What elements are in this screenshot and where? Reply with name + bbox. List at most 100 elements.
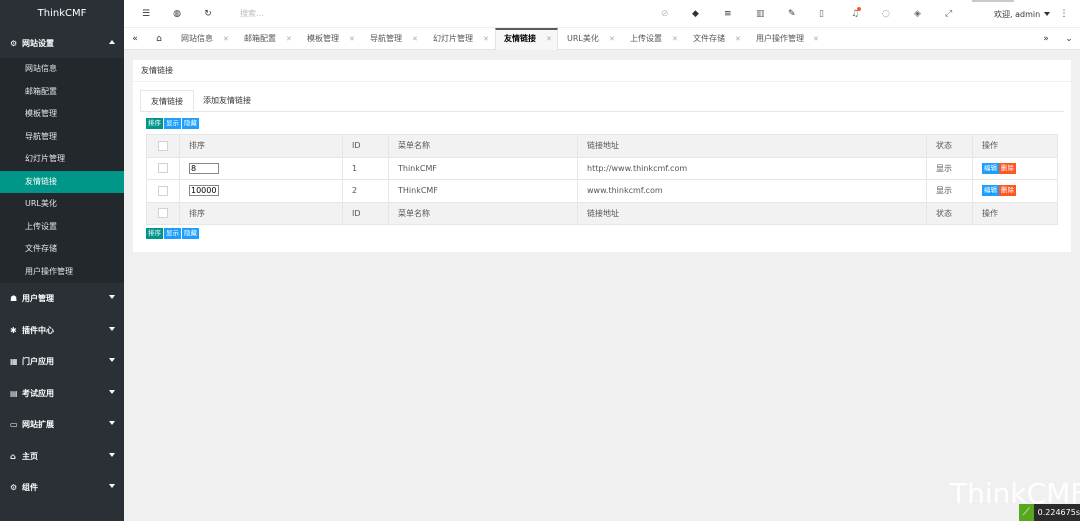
menu-toggle-icon[interactable]: ☰ bbox=[141, 9, 151, 19]
list-icon[interactable]: ≡ bbox=[724, 9, 732, 19]
file-icon[interactable]: ▯ bbox=[819, 9, 824, 19]
menu-plugin[interactable]: ✱ 插件中心 bbox=[0, 315, 124, 347]
tab-storage[interactable]: 文件存储 ✕ bbox=[693, 28, 741, 50]
menu-user-manage[interactable]: ☗ 用户管理 bbox=[0, 283, 124, 315]
actions-cell: 编辑 删除 bbox=[972, 156, 1058, 180]
show-button[interactable]: 显示 bbox=[164, 118, 181, 129]
tab-label: 上传设置 bbox=[630, 34, 662, 43]
delete-button[interactable]: 删除 bbox=[999, 185, 1016, 197]
active-indicator bbox=[972, 0, 1014, 2]
name-cell: THinkCMF bbox=[388, 179, 578, 203]
tag-icon[interactable]: ◈ bbox=[914, 9, 921, 19]
sidebar-item-template[interactable]: 模板管理 bbox=[0, 103, 124, 126]
close-icon[interactable]: ✕ bbox=[483, 28, 489, 50]
search-input[interactable]: 搜索... bbox=[240, 8, 264, 19]
lock-icon[interactable]: ⊘ bbox=[661, 9, 669, 19]
sort-button[interactable]: 排序 bbox=[146, 118, 163, 129]
row-select-cell bbox=[146, 156, 180, 180]
row-checkbox[interactable] bbox=[158, 163, 168, 174]
refresh-icon[interactable]: ↻ bbox=[203, 9, 213, 19]
tab-links[interactable]: 友情链接 ✕ bbox=[504, 28, 552, 50]
header-status: 状态 bbox=[926, 134, 973, 158]
more-icon[interactable]: ⋮ bbox=[1059, 9, 1069, 19]
name-cell: ThinkCMF bbox=[388, 156, 578, 180]
chevron-down-icon[interactable]: ⌄ bbox=[1064, 34, 1074, 44]
home-icon[interactable]: ⌂ bbox=[154, 34, 164, 44]
close-icon[interactable]: ✕ bbox=[672, 28, 678, 50]
close-icon[interactable]: ✕ bbox=[223, 28, 229, 50]
show-button[interactable]: 显示 bbox=[164, 228, 181, 239]
table-header-row: 排序 ID 菜单名称 链接地址 状态 操作 bbox=[146, 134, 1058, 158]
edit-button[interactable]: 编辑 bbox=[982, 185, 999, 197]
sidebar-item-storage[interactable]: 文件存储 bbox=[0, 238, 124, 261]
plugin-icon: ✱ bbox=[10, 325, 17, 335]
order-input[interactable]: 10000 bbox=[189, 185, 219, 197]
caret-down-icon bbox=[109, 389, 115, 394]
tab-label: 导航管理 bbox=[370, 34, 402, 43]
menu-website-settings[interactable]: ⚙ 网站设置 bbox=[0, 28, 124, 58]
tab-slide[interactable]: 幻灯片管理 ✕ bbox=[433, 28, 489, 50]
fullscreen-icon[interactable]: ⤢ bbox=[945, 9, 952, 19]
header-url: 链接地址 bbox=[577, 134, 927, 158]
tab-site-info[interactable]: 网站信息 ✕ bbox=[181, 28, 229, 50]
close-icon[interactable]: ✕ bbox=[286, 28, 292, 50]
tab-label: 文件存储 bbox=[693, 34, 725, 43]
layers-icon[interactable]: ◆ bbox=[692, 9, 699, 19]
close-icon[interactable]: ✕ bbox=[546, 28, 552, 50]
menu-components[interactable]: ⚙ 组件 bbox=[0, 472, 124, 504]
caret-down-icon bbox=[109, 484, 115, 488]
close-icon[interactable]: ✕ bbox=[813, 28, 819, 50]
close-icon[interactable]: ✕ bbox=[609, 28, 615, 50]
row-checkbox[interactable] bbox=[158, 185, 168, 196]
sidebar-item-links[interactable]: 友情链接 bbox=[0, 170, 124, 193]
tab-add-link[interactable]: 添加友情链接 bbox=[203, 90, 251, 112]
close-icon[interactable]: ✕ bbox=[735, 28, 741, 50]
debug-timer[interactable]: ⟋ 0.224675s bbox=[1019, 504, 1080, 521]
chat-icon[interactable]: ◌ bbox=[882, 9, 890, 19]
globe-icon[interactable]: ◍ bbox=[172, 9, 182, 19]
header-name: 菜单名称 bbox=[388, 134, 578, 158]
tab-label: URL美化 bbox=[567, 34, 599, 43]
sidebar-item-user-action[interactable]: 用户操作管理 bbox=[0, 261, 124, 284]
close-icon[interactable]: ✕ bbox=[349, 28, 355, 50]
edit-button[interactable]: 编辑 bbox=[982, 162, 999, 174]
sidebar-item-slide[interactable]: 幻灯片管理 bbox=[0, 148, 124, 171]
tab-template[interactable]: 模板管理 ✕ bbox=[307, 28, 355, 50]
app-logo[interactable]: ThinkCMF bbox=[0, 0, 124, 28]
menu-portal[interactable]: ▦ 门户应用 bbox=[0, 346, 124, 378]
select-all-checkbox[interactable] bbox=[158, 140, 168, 151]
hide-button[interactable]: 隐藏 bbox=[182, 118, 199, 129]
tab-link-list[interactable]: 友情链接 bbox=[140, 90, 194, 112]
menu-home[interactable]: ⌂ 主页 bbox=[0, 441, 124, 473]
menu-label: 用户管理 bbox=[22, 294, 54, 304]
sidebar-item-site-info[interactable]: 网站信息 bbox=[0, 58, 124, 81]
menu-extend[interactable]: ▭ 网站扩展 bbox=[0, 409, 124, 441]
chevron-double-right-icon[interactable]: » bbox=[1041, 34, 1051, 44]
select-all-checkbox[interactable] bbox=[158, 208, 168, 219]
menu-exam[interactable]: ▤ 考试应用 bbox=[0, 378, 124, 410]
sort-button[interactable]: 排序 bbox=[146, 228, 163, 239]
chevron-double-left-icon[interactable]: « bbox=[130, 34, 140, 44]
order-input[interactable]: 8 bbox=[189, 162, 219, 174]
bell-icon[interactable]: ♫ bbox=[851, 7, 861, 19]
tab-user-action[interactable]: 用户操作管理 ✕ bbox=[756, 28, 819, 50]
status-cell: 显示 bbox=[926, 179, 973, 203]
sidebar-item-upload[interactable]: 上传设置 bbox=[0, 216, 124, 239]
header-order: 排序 bbox=[179, 134, 343, 158]
sidebar-item-nav[interactable]: 导航管理 bbox=[0, 126, 124, 149]
hide-button[interactable]: 隐藏 bbox=[182, 228, 199, 239]
sidebar-item-mail[interactable]: 邮箱配置 bbox=[0, 81, 124, 104]
close-icon[interactable]: ✕ bbox=[412, 28, 418, 50]
tab-url[interactable]: URL美化 ✕ bbox=[567, 28, 615, 50]
caret-down-icon bbox=[109, 326, 115, 331]
edit-icon[interactable]: ✎ bbox=[788, 9, 796, 19]
delete-button[interactable]: 删除 bbox=[999, 162, 1016, 174]
caret-down-icon bbox=[109, 358, 115, 362]
tab-upload[interactable]: 上传设置 ✕ bbox=[630, 28, 678, 50]
user-menu[interactable]: 欢迎, admin bbox=[994, 9, 1051, 20]
tab-nav[interactable]: 导航管理 ✕ bbox=[370, 28, 418, 50]
sidebar-item-url[interactable]: URL美化 bbox=[0, 193, 124, 216]
footer-name: 菜单名称 bbox=[388, 201, 578, 225]
tab-mail[interactable]: 邮箱配置 ✕ bbox=[244, 28, 292, 50]
trash-icon[interactable]: ▥ bbox=[756, 9, 765, 19]
